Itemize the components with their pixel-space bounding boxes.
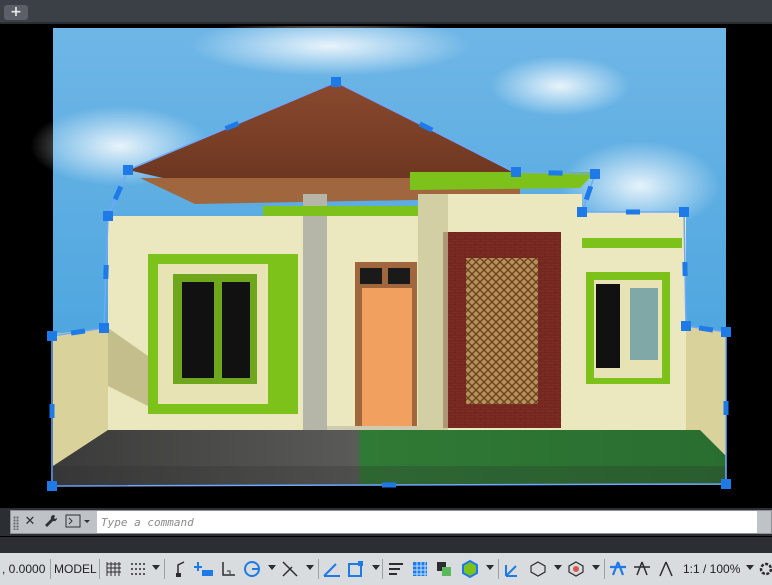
status-bar: , 0.0000 MODEL 1:1 / 100% xyxy=(0,537,772,585)
vertex-grip[interactable] xyxy=(721,479,731,489)
chevron-down-icon[interactable] xyxy=(592,565,600,570)
vertex-grip[interactable] xyxy=(123,165,133,175)
coordinates-readout[interactable]: , 0.0000 xyxy=(2,557,45,581)
dynamic-ucs-icon[interactable] xyxy=(502,559,522,579)
drawing-canvas[interactable] xyxy=(0,26,772,508)
chevron-down-icon[interactable] xyxy=(554,565,562,570)
chevron-down-icon[interactable] xyxy=(306,565,314,570)
command-line-bar: ✕ xyxy=(0,508,772,536)
chevron-down-icon[interactable] xyxy=(372,565,380,570)
object-snap-tracking-icon[interactable] xyxy=(322,559,342,579)
gizmo-icon[interactable] xyxy=(566,559,586,579)
annotation-scale-icon[interactable] xyxy=(656,559,676,579)
vertex-grip[interactable] xyxy=(681,321,691,331)
house-raster-image[interactable] xyxy=(30,26,726,485)
polar-tracking-icon[interactable] xyxy=(242,559,262,579)
model-space-button[interactable]: MODEL xyxy=(54,557,97,581)
midpoint-grip[interactable] xyxy=(723,401,729,415)
vertex-grip[interactable] xyxy=(511,167,521,177)
vertex-grip[interactable] xyxy=(103,211,113,221)
infer-constraints-icon[interactable] xyxy=(170,559,190,579)
divider xyxy=(604,559,605,579)
chevron-down-icon[interactable] xyxy=(268,565,276,570)
chevron-down-icon[interactable] xyxy=(746,565,754,570)
selection-filter-icon[interactable] xyxy=(528,559,548,579)
ortho-mode-icon[interactable] xyxy=(218,559,238,579)
selection-cycling-icon[interactable] xyxy=(434,559,454,579)
annotation-visibility-icon[interactable] xyxy=(608,559,628,579)
midpoint-grip[interactable] xyxy=(49,404,55,418)
3d-object-snap-icon[interactable] xyxy=(460,559,480,579)
wrench-icon[interactable] xyxy=(43,514,59,530)
isometric-drafting-icon[interactable] xyxy=(280,559,300,579)
midpoint-grip[interactable] xyxy=(548,170,563,176)
vertex-grip[interactable] xyxy=(577,207,587,217)
status-bar-spacer xyxy=(0,537,772,553)
transparency-icon[interactable] xyxy=(410,559,430,579)
vertex-grip[interactable] xyxy=(721,327,731,337)
command-prompt-icon[interactable] xyxy=(65,514,91,530)
divider xyxy=(498,559,499,579)
vertex-grip[interactable] xyxy=(47,481,57,491)
chevron-down-icon[interactable] xyxy=(486,565,494,570)
gear-icon[interactable] xyxy=(756,559,772,579)
chevron-down-icon[interactable] xyxy=(152,565,160,570)
midpoint-grip[interactable] xyxy=(682,261,688,277)
drawing-tab-bar: + xyxy=(0,0,772,24)
drag-handle-icon[interactable] xyxy=(13,516,19,530)
vertex-grip[interactable] xyxy=(99,323,109,333)
drawing-viewport[interactable] xyxy=(0,26,772,508)
vertex-grip[interactable] xyxy=(590,169,600,179)
snap-mode-icon[interactable] xyxy=(128,559,148,579)
vertex-grip[interactable] xyxy=(679,207,689,217)
auto-scale-icon[interactable] xyxy=(632,559,652,579)
divider xyxy=(99,559,100,579)
lineweight-icon[interactable] xyxy=(386,559,406,579)
annotation-scale-readout[interactable]: 1:1 / 100% xyxy=(683,557,740,581)
divider xyxy=(382,559,383,579)
midpoint-grip[interactable] xyxy=(626,209,640,215)
command-line: ✕ xyxy=(10,510,772,534)
divider xyxy=(164,559,165,579)
midpoint-grip[interactable] xyxy=(103,264,109,280)
midpoint-grip[interactable] xyxy=(381,482,397,488)
vertex-grip[interactable] xyxy=(47,331,57,341)
command-input[interactable] xyxy=(97,511,757,533)
new-tab-button[interactable]: + xyxy=(4,5,28,20)
object-snap-icon[interactable] xyxy=(346,559,366,579)
dynamic-input-icon[interactable] xyxy=(194,559,214,579)
divider xyxy=(50,559,51,579)
divider xyxy=(318,559,319,579)
vertex-grip[interactable] xyxy=(331,77,341,87)
grid-display-icon[interactable] xyxy=(104,559,124,579)
close-icon[interactable]: ✕ xyxy=(23,514,37,530)
